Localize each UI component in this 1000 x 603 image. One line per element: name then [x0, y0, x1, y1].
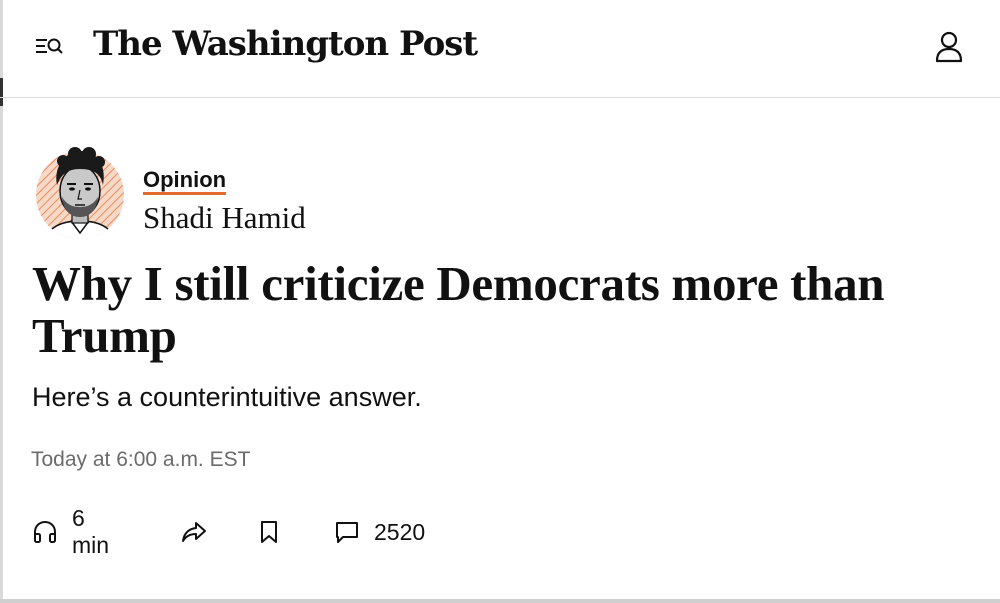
article-page: The Washington Post Opinion Shadi Hamid …: [0, 0, 1000, 603]
share-icon: [180, 519, 208, 545]
bookmark-icon: [258, 519, 280, 545]
site-header: The Washington Post: [0, 0, 1000, 98]
listen-duration: 6 min: [72, 505, 110, 558]
author-name[interactable]: Shadi Hamid: [143, 200, 306, 236]
section-link-opinion[interactable]: Opinion: [143, 168, 227, 195]
article-headline: Why I still criticize Democrats more tha…: [32, 256, 885, 363]
article-subheadline: Here’s a counterintuitive answer.: [32, 382, 422, 412]
comments-button[interactable]: 2520: [334, 515, 425, 549]
share-button[interactable]: [180, 515, 208, 549]
save-button[interactable]: [258, 515, 280, 549]
user-icon[interactable]: [934, 30, 964, 64]
author-avatar[interactable]: [35, 145, 127, 241]
menu-search-icon[interactable]: [34, 35, 64, 59]
comments-count: 2520: [374, 518, 426, 545]
comment-icon: [334, 519, 360, 545]
publish-timestamp: Today at 6:00 a.m. EST: [31, 448, 251, 471]
listen-button[interactable]: 6 min: [32, 505, 109, 558]
headphones-icon: [32, 519, 58, 545]
page-bottom-edge: [0, 599, 1000, 603]
site-logo[interactable]: The Washington Post: [93, 24, 478, 64]
